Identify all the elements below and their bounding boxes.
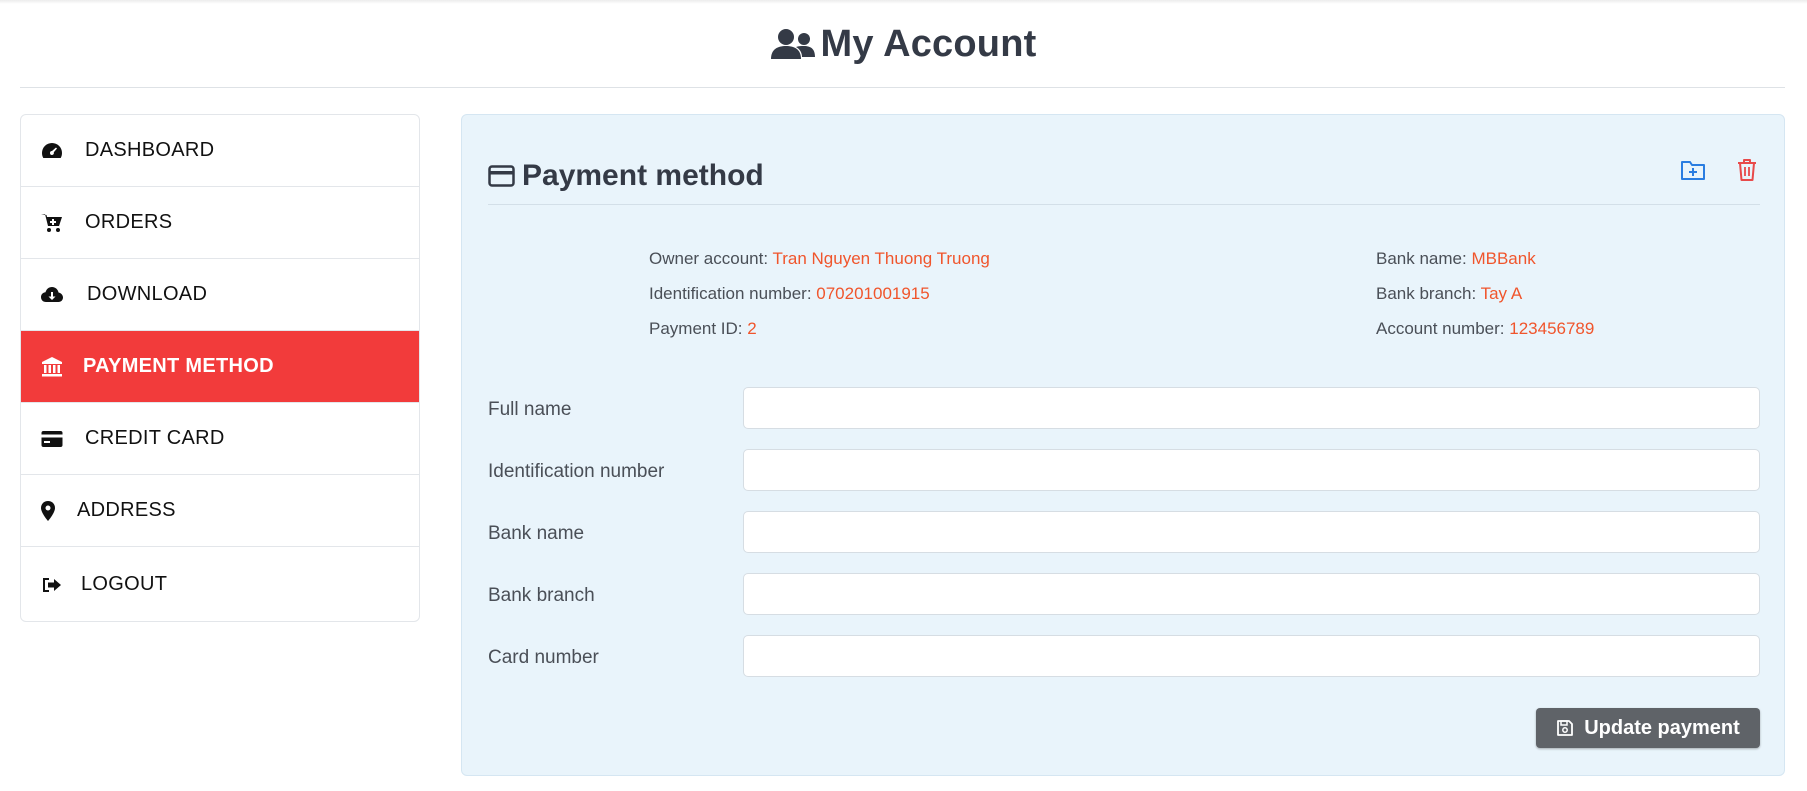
account-number-row: Account number: 123456789: [1376, 319, 1595, 338]
bank-name-value: MBBank: [1471, 249, 1536, 268]
credit-card-icon: [41, 428, 71, 450]
sidebar-item-label: DOWNLOAD: [87, 283, 208, 305]
bank-branch-row: Bank branch: Tay A: [1376, 284, 1523, 303]
payment-form: Full name Identification number Bank nam…: [488, 387, 1760, 697]
update-payment-label: Update payment: [1584, 716, 1740, 739]
sign-out-icon: [41, 574, 71, 596]
bank-name-form-row: Bank name: [488, 511, 1760, 573]
map-marker-icon: [41, 500, 71, 522]
page-title: My Account: [820, 23, 1037, 65]
page-header: My Account: [20, 0, 1785, 88]
cart-icon: [41, 212, 71, 234]
trash-icon[interactable]: [1734, 157, 1760, 183]
sidebar-item-label: ADDRESS: [77, 499, 176, 521]
update-payment-button[interactable]: Update payment: [1536, 708, 1760, 748]
bank-branch-label: Bank branch: [488, 585, 595, 606]
payment-info-left: Owner account: Tran Nguyen Thuong Truong…: [649, 249, 990, 354]
bank-branch-field[interactable]: [743, 573, 1760, 615]
cloud-download-icon: [41, 284, 71, 306]
credit-card-icon: [488, 164, 515, 187]
full-name-row: Full name: [488, 387, 1760, 449]
identification-number-label: Identification number: [488, 461, 665, 482]
account-number-value: 123456789: [1509, 319, 1595, 338]
sidebar-item-label: LOGOUT: [81, 573, 168, 595]
bank-name-field[interactable]: [743, 511, 1760, 553]
identification-number-field[interactable]: [743, 449, 1760, 491]
payment-info-right: Bank name: MBBank Bank branch: Tay A Acc…: [1376, 249, 1594, 354]
sidebar-item-label: PAYMENT METHOD: [83, 355, 274, 377]
sidebar-item-credit-card[interactable]: CREDIT CARD: [21, 403, 419, 475]
sidebar-item-logout[interactable]: LOGOUT: [21, 547, 419, 621]
sidebar-item-label: CREDIT CARD: [85, 427, 225, 449]
panel-title: Payment method: [522, 158, 764, 192]
save-icon: [1557, 720, 1574, 736]
owner-account-value: Tran Nguyen Thuong Truong: [772, 249, 990, 268]
page-title-wrap: My Account: [769, 23, 1037, 66]
users-icon: [770, 28, 815, 59]
card-number-label: Card number: [488, 647, 599, 668]
dashboard-gauge-icon: [41, 140, 71, 162]
identification-number-row: Identification number: 070201001915: [649, 284, 930, 303]
owner-account-row: Owner account: Tran Nguyen Thuong Truong: [649, 249, 990, 268]
account-sidebar: DASHBOARD ORDERS DOWNLOAD PAYMENT METHOD…: [20, 114, 420, 622]
sidebar-item-label: ORDERS: [85, 211, 173, 233]
card-number-form-row: Card number: [488, 635, 1760, 697]
sidebar-item-address[interactable]: ADDRESS: [21, 475, 419, 547]
sidebar-item-label: DASHBOARD: [85, 139, 215, 161]
full-name-field[interactable]: [743, 387, 1760, 429]
payment-id-value: 2: [747, 319, 757, 338]
panel-header: Payment method: [488, 147, 1760, 205]
sidebar-item-payment-method[interactable]: PAYMENT METHOD: [21, 331, 419, 403]
sidebar-item-download[interactable]: DOWNLOAD: [21, 259, 419, 331]
payment-method-panel: Payment method Owner account: Tran Nguye…: [461, 114, 1785, 776]
bank-name-label: Bank name: [488, 523, 585, 544]
full-name-label: Full name: [488, 399, 572, 420]
bank-icon: [41, 356, 71, 378]
panel-actions: [1680, 157, 1760, 183]
bank-name-row: Bank name: MBBank: [1376, 249, 1536, 268]
folder-plus-icon[interactable]: [1680, 157, 1706, 183]
sidebar-item-dashboard[interactable]: DASHBOARD: [21, 115, 419, 187]
identification-number-form-row: Identification number: [488, 449, 1760, 511]
sidebar-item-orders[interactable]: ORDERS: [21, 187, 419, 259]
bank-branch-form-row: Bank branch: [488, 573, 1760, 635]
bank-branch-value: Tay A: [1480, 284, 1523, 303]
identification-number-value: 070201001915: [816, 284, 930, 303]
card-number-field[interactable]: [743, 635, 1760, 677]
payment-id-row: Payment ID: 2: [649, 319, 757, 338]
